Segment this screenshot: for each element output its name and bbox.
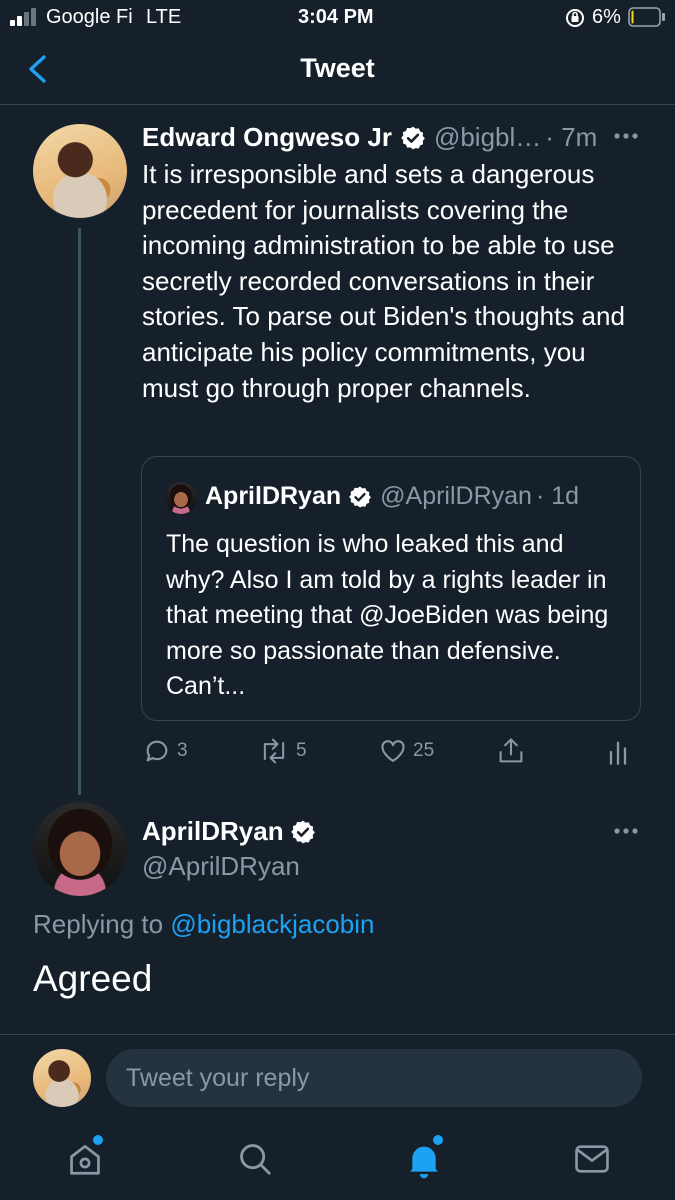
composer-divider xyxy=(0,1034,675,1035)
battery-icon xyxy=(628,7,666,27)
share-icon xyxy=(499,738,523,763)
tab-messages[interactable] xyxy=(573,1142,611,1176)
replying-to-link[interactable]: @bigblackjacobin xyxy=(170,909,374,939)
heart-icon xyxy=(381,740,405,762)
quoted-author-avatar xyxy=(165,482,197,514)
tweet-time: · 7m xyxy=(545,122,598,152)
home-notification-dot xyxy=(93,1135,103,1145)
reply-input-placeholder: Tweet your reply xyxy=(126,1063,310,1092)
quoted-tweet-text: The question is who leaked this and why?… xyxy=(166,530,609,701)
home-icon xyxy=(70,1144,100,1175)
verified-badge-icon xyxy=(290,819,316,845)
author-name[interactable]: Edward Ongweso Jr xyxy=(142,122,392,153)
search-icon xyxy=(240,1144,271,1175)
reply-text: Agreed xyxy=(33,958,153,999)
author-handle[interactable]: @bigbl… xyxy=(434,122,541,153)
reply-author-handle[interactable]: @AprilDRyan xyxy=(142,851,300,882)
author-avatar[interactable] xyxy=(33,124,127,218)
analytics-icon xyxy=(609,741,627,765)
like-count: 25 xyxy=(413,740,435,761)
replying-to-line: Replying to @bigblackjacobin xyxy=(33,909,375,940)
tab-search[interactable] xyxy=(236,1140,274,1178)
quoted-tweet-time: · 1d xyxy=(535,482,580,510)
header-divider xyxy=(0,104,675,105)
tweet-header: Edward Ongweso Jr @bigbl… · 7m xyxy=(142,122,597,153)
tab-notifications[interactable] xyxy=(404,1135,444,1180)
reply-icon xyxy=(146,740,168,762)
verified-badge-icon xyxy=(400,125,426,151)
reply-count: 3 xyxy=(177,740,188,761)
like-button[interactable]: 25 xyxy=(379,737,434,765)
tweet-text: It is irresponsible and sets a dangerous… xyxy=(142,159,625,403)
quoted-author-handle: @AprilDRyan xyxy=(380,482,532,510)
network-label: LTE xyxy=(146,6,182,28)
verified-badge-icon xyxy=(348,485,372,509)
reply-author-name[interactable]: AprilDRyan xyxy=(142,816,284,847)
signal-icon xyxy=(10,8,40,26)
reply-input[interactable]: Tweet your reply xyxy=(106,1049,642,1107)
thread-line xyxy=(78,228,81,795)
carrier-label: Google Fi xyxy=(46,6,133,28)
replying-to-prefix: Replying to xyxy=(33,909,164,939)
clock: 3:04 PM xyxy=(298,6,374,28)
analytics-button[interactable] xyxy=(606,738,630,766)
retweet-count: 5 xyxy=(296,740,307,761)
notifications-icon xyxy=(409,1146,439,1179)
notifications-dot xyxy=(433,1135,443,1145)
orientation-lock-icon xyxy=(565,8,585,28)
reply-author-avatar[interactable] xyxy=(33,802,127,896)
quoted-tweet-header: AprilDRyan @AprilDRyan · 1d xyxy=(205,482,579,511)
my-avatar[interactable] xyxy=(33,1049,91,1107)
reply-author-row: AprilDRyan xyxy=(142,816,316,847)
battery-percent: 6% xyxy=(592,6,621,28)
more-options-icon[interactable] xyxy=(612,126,642,146)
tab-home[interactable] xyxy=(66,1135,104,1178)
messages-icon xyxy=(575,1145,609,1173)
reply-button[interactable]: 3 xyxy=(143,737,188,765)
retweet-icon xyxy=(263,738,285,764)
reply-more-options-icon[interactable] xyxy=(612,821,642,841)
share-button[interactable] xyxy=(497,736,525,766)
retweet-button[interactable]: 5 xyxy=(258,737,307,765)
quoted-tweet[interactable]: AprilDRyan @AprilDRyan · 1d The question… xyxy=(141,456,641,721)
page-title: Tweet xyxy=(300,53,375,83)
quoted-author-name: AprilDRyan xyxy=(205,482,342,510)
